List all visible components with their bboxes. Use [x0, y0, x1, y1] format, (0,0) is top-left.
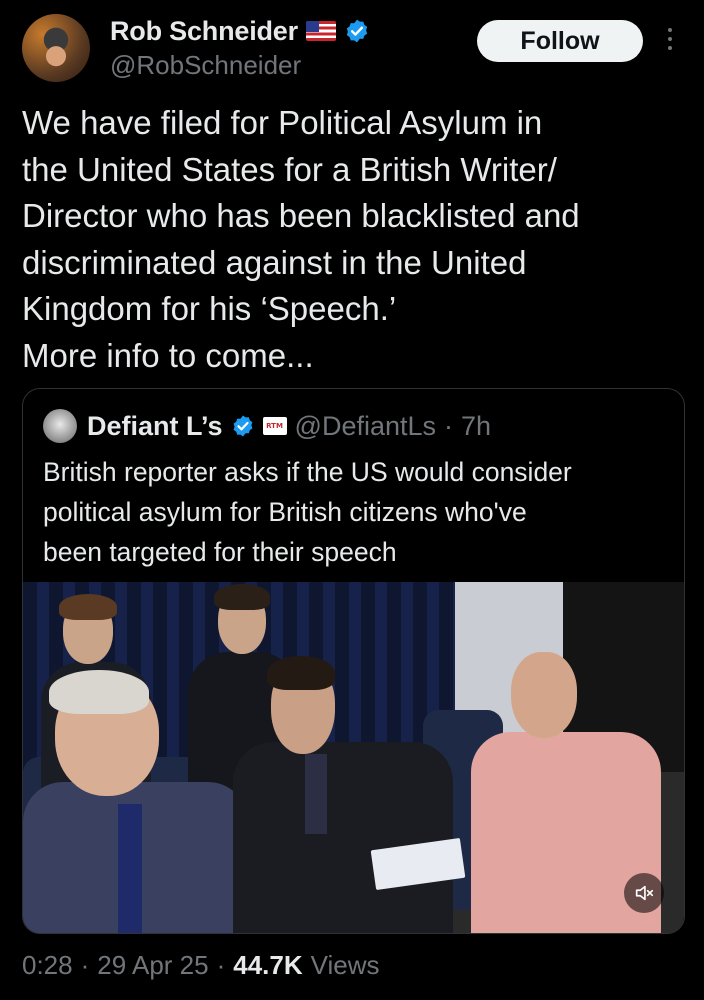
more-options-icon[interactable] [664, 28, 676, 56]
muted-speaker-icon[interactable] [624, 873, 664, 913]
quoted-author-name: Defiant L’s [87, 410, 223, 441]
author-handle[interactable]: @RobSchneider [110, 50, 301, 81]
author-name-row: Rob Schneider [110, 14, 370, 48]
quoted-video-player[interactable] [23, 582, 684, 933]
meta-separator: · [216, 949, 226, 980]
tweet-date[interactable]: 29 Apr 25 [97, 950, 208, 981]
tweet-text: We have filed for Political Asylum in th… [22, 104, 580, 374]
affiliate-badge-icon: RTM [262, 417, 287, 435]
quoted-tweet-card[interactable]: Defiant L’s RTM @DefiantLs · 7h British … [22, 388, 685, 934]
video-duration: 0:28 [22, 949, 73, 980]
views-label: Views [310, 949, 380, 980]
quoted-time-separator: · [444, 410, 454, 441]
meta-separator: · [80, 949, 90, 980]
quoted-author-handle: @DefiantLs [294, 410, 437, 441]
author-display-name[interactable]: Rob Schneider [110, 16, 298, 47]
quoted-tweet-text: British reporter asks if the US would co… [43, 457, 572, 567]
views-count: 44.7K [233, 949, 303, 980]
quoted-author-avatar [43, 409, 77, 443]
quoted-tweet-time: 7h [461, 410, 492, 441]
quoted-tweet-header: Defiant L’s RTM @DefiantLs · 7h [87, 407, 491, 445]
follow-button[interactable]: Follow [477, 20, 643, 62]
author-avatar[interactable] [22, 14, 90, 82]
tweet-meta: 0:28 · 29 Apr 25 · 44.7K Views [22, 945, 380, 985]
verified-badge-icon [346, 19, 368, 43]
verified-badge-icon [233, 415, 252, 437]
us-flag-icon [305, 21, 336, 41]
